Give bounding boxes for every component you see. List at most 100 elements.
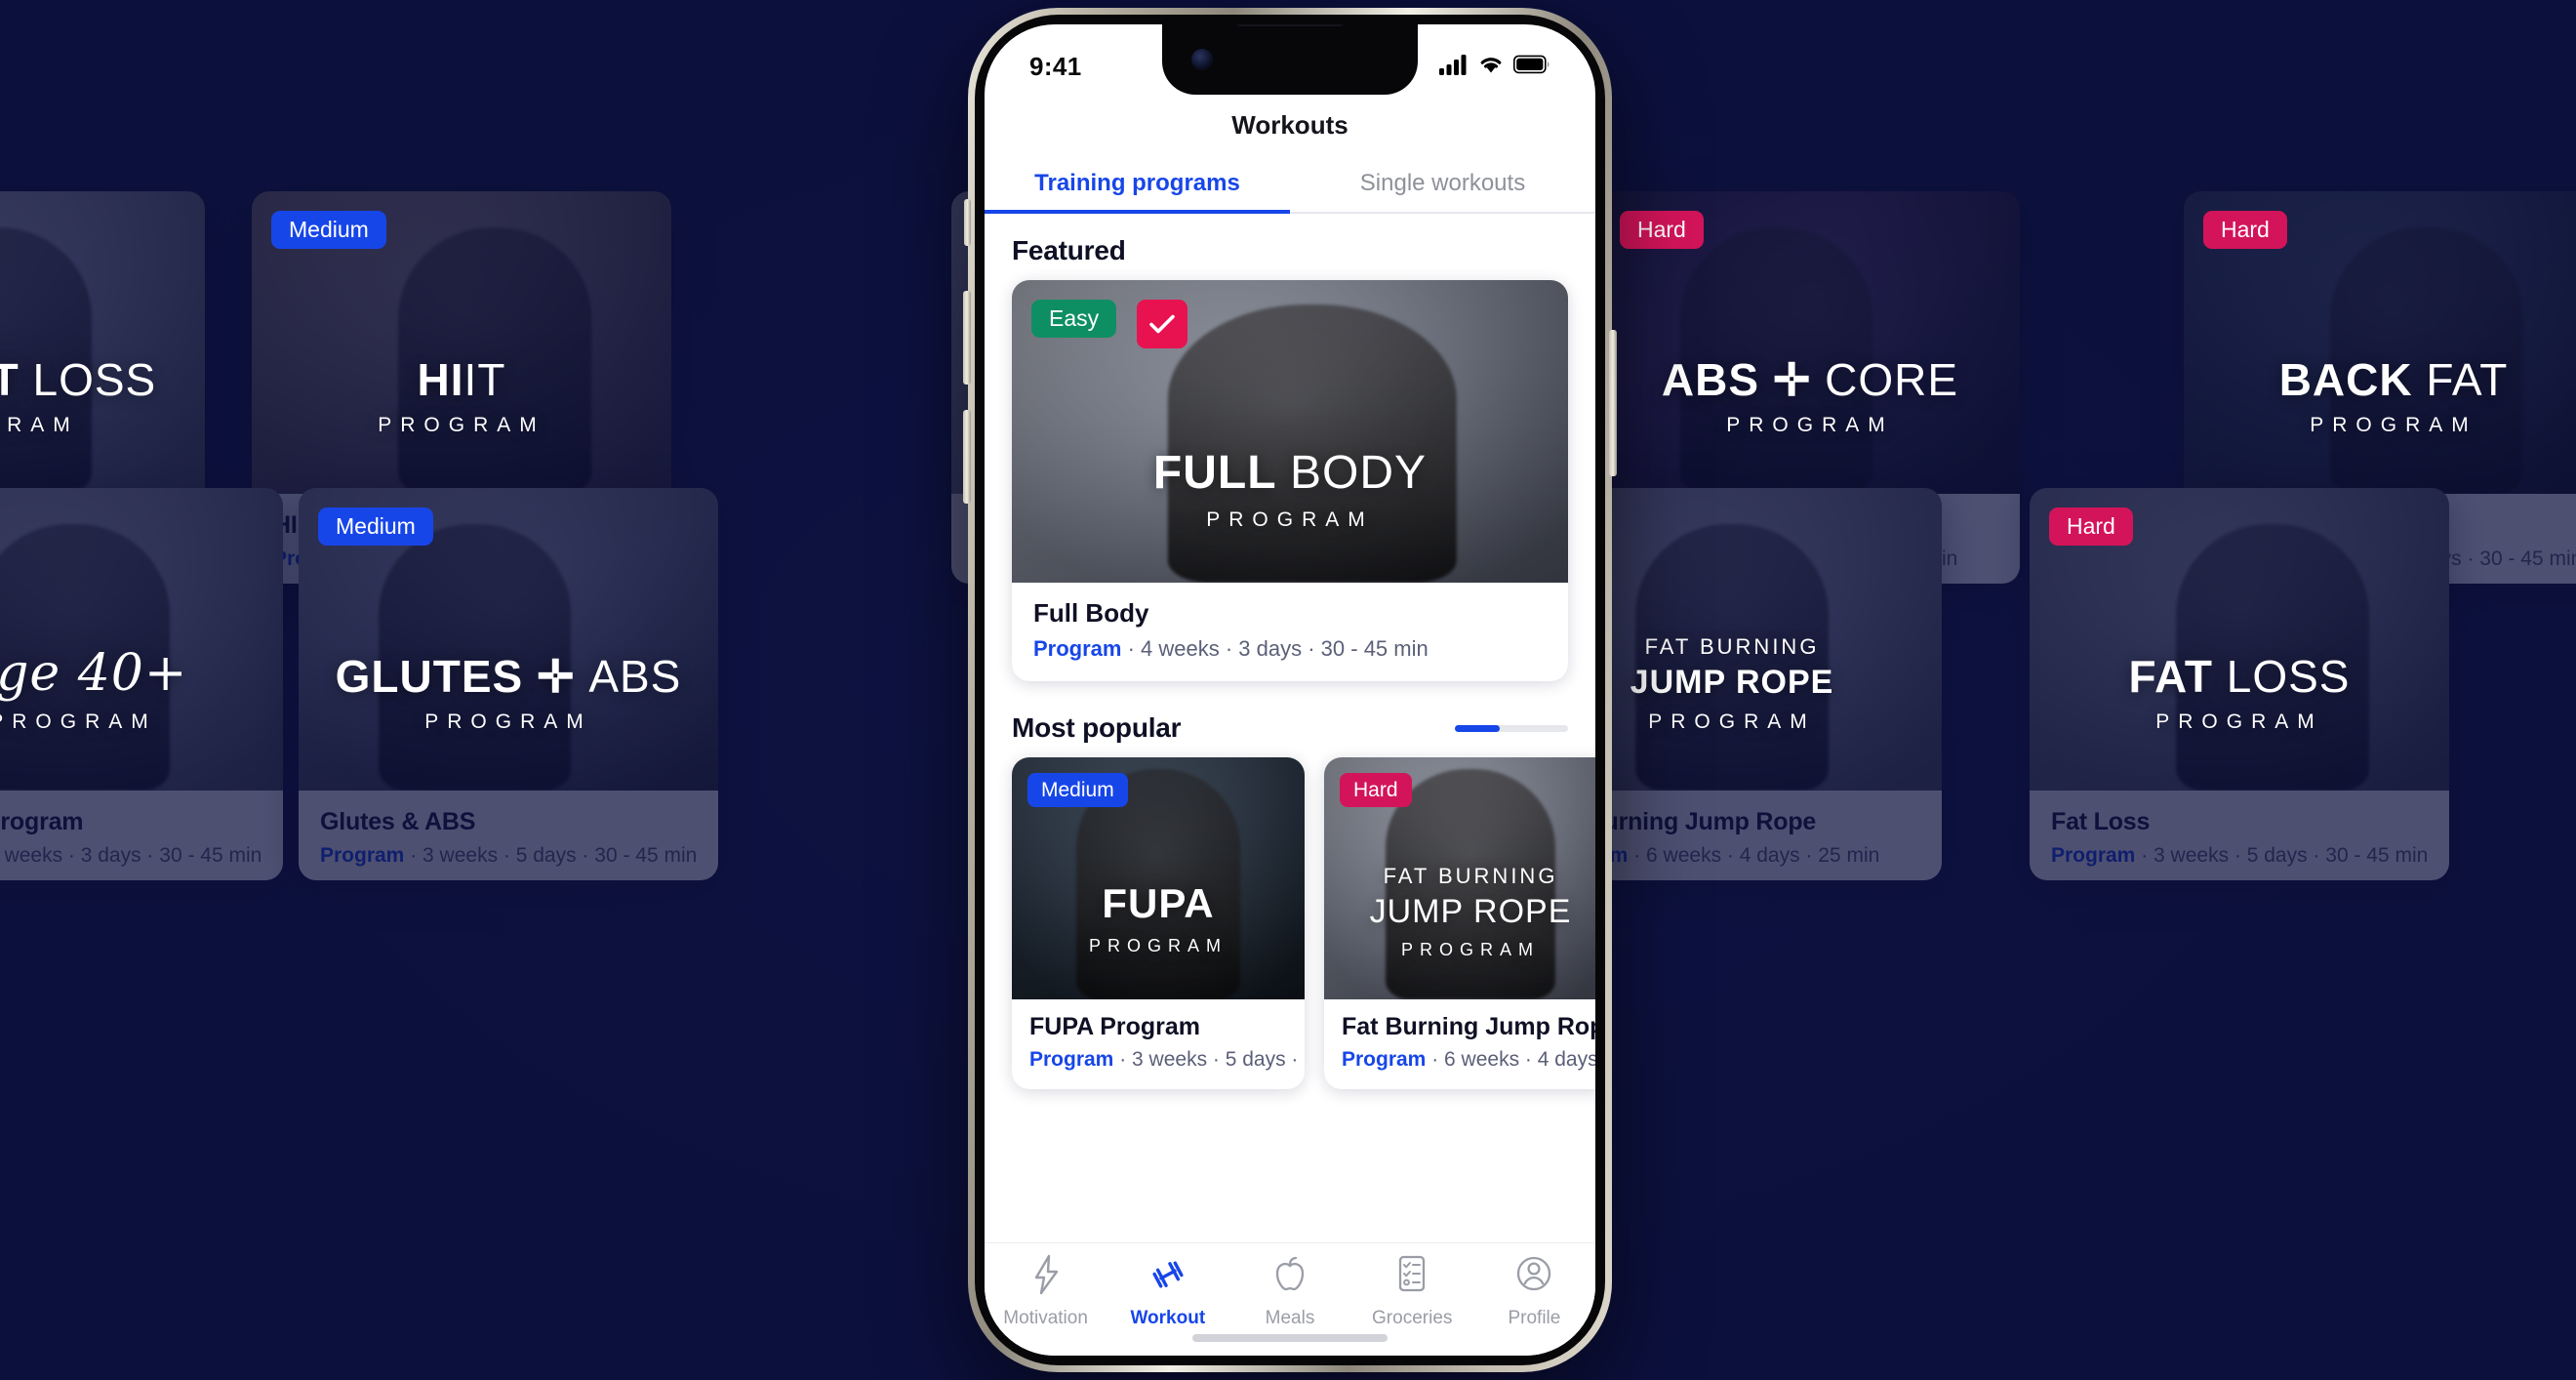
featured-card-full-body[interactable]: Easy FULL BODY PROGRAM Full Body Program… — [1012, 280, 1568, 681]
featured-wordmark-strong: FULL — [1152, 447, 1276, 499]
popular-wordmark-strong: JUMP ROPE — [1369, 893, 1572, 930]
tabbar-item-groceries[interactable]: Groceries — [1351, 1253, 1473, 1329]
bg-wordmark-strong: GLUTES — [335, 651, 524, 702]
app-scroll-content[interactable]: Featured Easy FULL BODY PROGRAM Full Bod… — [985, 214, 1595, 1356]
bg-wordmark-sub: PROGRAM — [0, 414, 79, 436]
tab-single-workouts[interactable]: Single workouts — [1290, 155, 1595, 212]
volume-down-button[interactable] — [963, 410, 971, 504]
selected-check-badge[interactable] — [1137, 300, 1187, 348]
mute-switch-button[interactable] — [964, 199, 971, 246]
popular-heading: Most popular — [1012, 712, 1182, 743]
bg-card-sub-rest: · 3 weeks · 5 days · 30 - 45 min — [2141, 844, 2429, 867]
popular-wordmark-strong: FUPA — [1102, 880, 1215, 926]
bg-card-meta: Glutes & ABS Program · 3 weeks · 5 days … — [299, 791, 718, 880]
bg-card-sub-rest: · 3 weeks · 5 days · 30 - 45 min — [410, 844, 698, 867]
bg-wordmark-strong: BACK — [2278, 354, 2413, 405]
bg-wordmark-sub: PROGRAM — [2310, 414, 2477, 436]
tabbar-item-workout[interactable]: Workout — [1107, 1253, 1228, 1329]
segment-tabs: Training programs Single workouts — [985, 155, 1595, 214]
featured-section-header: Featured — [985, 214, 1595, 280]
tabbar-label: Profile — [1508, 1308, 1561, 1328]
page-title: Workouts — [985, 95, 1595, 155]
bg-badge-hard: Hard — [2049, 507, 2133, 547]
popular-wordmark-sub: PROGRAM — [1088, 936, 1228, 955]
popular-wordmark-sub: PROGRAM — [1400, 940, 1540, 959]
featured-wordmark-light: BODY — [1290, 447, 1428, 499]
featured-card-sub-rest: · 4 weeks · 3 days · 30 - 45 min — [1127, 636, 1429, 661]
bg-wordmark-light: ABS — [588, 651, 682, 702]
bg-wordmark-light: LOSS — [2226, 651, 2351, 702]
tabbar-item-motivation[interactable]: Motivation — [985, 1253, 1107, 1329]
popular-section-header: Most popular — [985, 681, 1595, 757]
person-circle-icon — [1515, 1253, 1552, 1302]
bg-wordmark-light: IT — [463, 354, 506, 405]
bg-card-age40[interactable]: Easy Age 40+ PROGRAM Age 40+ Program Pro… — [0, 488, 283, 880]
carousel-pager[interactable] — [1455, 724, 1568, 732]
popular-card-hero: Medium FUPA PROGRAM — [1012, 757, 1305, 999]
bg-badge-medium: Medium — [271, 211, 386, 250]
tabbar-item-meals[interactable]: Meals — [1228, 1253, 1350, 1329]
screenshot-root: WEIGHT LOSS PROGRAM Weight Loss Program … — [0, 0, 2576, 1380]
bg-card-hero: Hard FAT LOSS PROGRAM — [2030, 488, 2449, 791]
bg-card-hero: WEIGHT LOSS PROGRAM — [0, 191, 205, 494]
tab-training-programs[interactable]: Training programs — [985, 155, 1290, 214]
bg-wordmark-strong: WEIGHT — [0, 354, 20, 405]
checklist-icon — [1393, 1253, 1430, 1302]
power-button[interactable] — [1609, 330, 1617, 476]
bg-wordmark-light: FAT — [2426, 354, 2509, 405]
bg-badge-medium: Medium — [318, 507, 433, 547]
bg-wordmark-strong: FAT — [2128, 651, 2213, 702]
popular-card-sub-label: Program — [1029, 1048, 1114, 1071]
volume-up-button[interactable] — [963, 291, 971, 385]
bg-wordmark-light: LOSS — [32, 354, 157, 405]
bg-card-sub-rest: · 6 weeks · 4 days · 25 min — [1633, 844, 1880, 867]
bg-wordmark-sub: PROGRAM — [424, 710, 592, 733]
phone-mockup: 9:41 Workouts Training programs Single w… — [963, 8, 1617, 1372]
bg-badge-hard: Hard — [2203, 211, 2287, 250]
tabbar-label: Groceries — [1372, 1308, 1453, 1328]
popular-card-jump-rope[interactable]: Hard FAT BURNING JUMP ROPE PROGRAM Fat B… — [1324, 757, 1595, 1089]
difficulty-badge-hard: Hard — [1340, 773, 1412, 808]
check-icon — [1149, 314, 1175, 334]
bg-wordmark-sub: PROGRAM — [0, 710, 157, 733]
status-time: 9:41 — [1029, 51, 1082, 81]
bg-card-subtitle: Program · 3 weeks · 5 days · 30 - 45 min — [2051, 844, 2428, 868]
bg-card-hero: Easy Age 40+ PROGRAM — [0, 488, 283, 791]
popular-card-hero: Hard FAT BURNING JUMP ROPE PROGRAM — [1324, 757, 1595, 999]
tabbar-label: Motivation — [1003, 1308, 1088, 1328]
bg-card-hero: Medium GLUTES ✛ ABS PROGRAM — [299, 488, 718, 791]
difficulty-badge-medium: Medium — [1027, 773, 1128, 808]
bg-card-hero: Medium HIIT PROGRAM — [252, 191, 671, 494]
bg-card-fat-loss[interactable]: Hard FAT LOSS PROGRAM Fat Loss Program ·… — [2030, 488, 2449, 880]
featured-card-hero: Easy FULL BODY PROGRAM — [1012, 280, 1568, 583]
popular-card-fupa[interactable]: Medium FUPA PROGRAM FUPA Program Program… — [1012, 757, 1305, 1089]
popular-card-subtitle: Program · 3 weeks · 5 days · 30 - 45 min — [1029, 1048, 1305, 1072]
bg-card-sub-rest: · 4 weeks · 3 days · 30 - 45 min — [0, 844, 262, 867]
featured-card-title: Full Body — [1033, 598, 1149, 628]
popular-card-sub-rest: · 6 weeks · 4 days · 25 min — [1431, 1048, 1595, 1071]
signal-bars-icon — [1439, 54, 1469, 80]
popular-card-title: FUPA Program — [1029, 1013, 1201, 1040]
home-indicator[interactable] — [1192, 1334, 1388, 1342]
popular-card-meta: Fat Burning Jump Rope Program · 6 weeks … — [1324, 999, 1595, 1089]
bg-badge-hard: Hard — [1620, 211, 1704, 250]
phone-screen: 9:41 Workouts Training programs Single w… — [985, 24, 1595, 1356]
popular-wordmark-top: FAT BURNING — [1383, 864, 1558, 888]
bg-card-title: Glutes & ABS — [320, 808, 476, 835]
carousel-pager-thumb — [1455, 724, 1500, 732]
bg-card-glutes-abs[interactable]: Medium GLUTES ✛ ABS PROGRAM Glutes & ABS… — [299, 488, 718, 880]
status-bar: 9:41 — [985, 24, 1595, 95]
bg-wordmark-sub: PROGRAM — [2155, 710, 2323, 733]
tabbar-item-profile[interactable]: Profile — [1473, 1253, 1595, 1329]
popular-carousel[interactable]: Medium FUPA PROGRAM FUPA Program Program… — [985, 757, 1595, 1089]
wifi-icon — [1477, 54, 1505, 80]
bg-card-sub-label: Program — [2051, 844, 2136, 867]
apple-icon — [1271, 1253, 1308, 1302]
bg-wordmark-strong: Age 40+ — [0, 644, 188, 703]
popular-card-title: Fat Burning Jump Rope — [1342, 1013, 1595, 1040]
bg-card-meta: Age 40+ Program Program · 4 weeks · 3 da… — [0, 791, 283, 880]
dumbbell-icon — [1147, 1253, 1188, 1302]
bg-wordmark-strong: HI — [417, 354, 464, 405]
tabbar-label: Workout — [1130, 1308, 1206, 1328]
bg-card-title: Fat Loss — [2051, 808, 2151, 835]
